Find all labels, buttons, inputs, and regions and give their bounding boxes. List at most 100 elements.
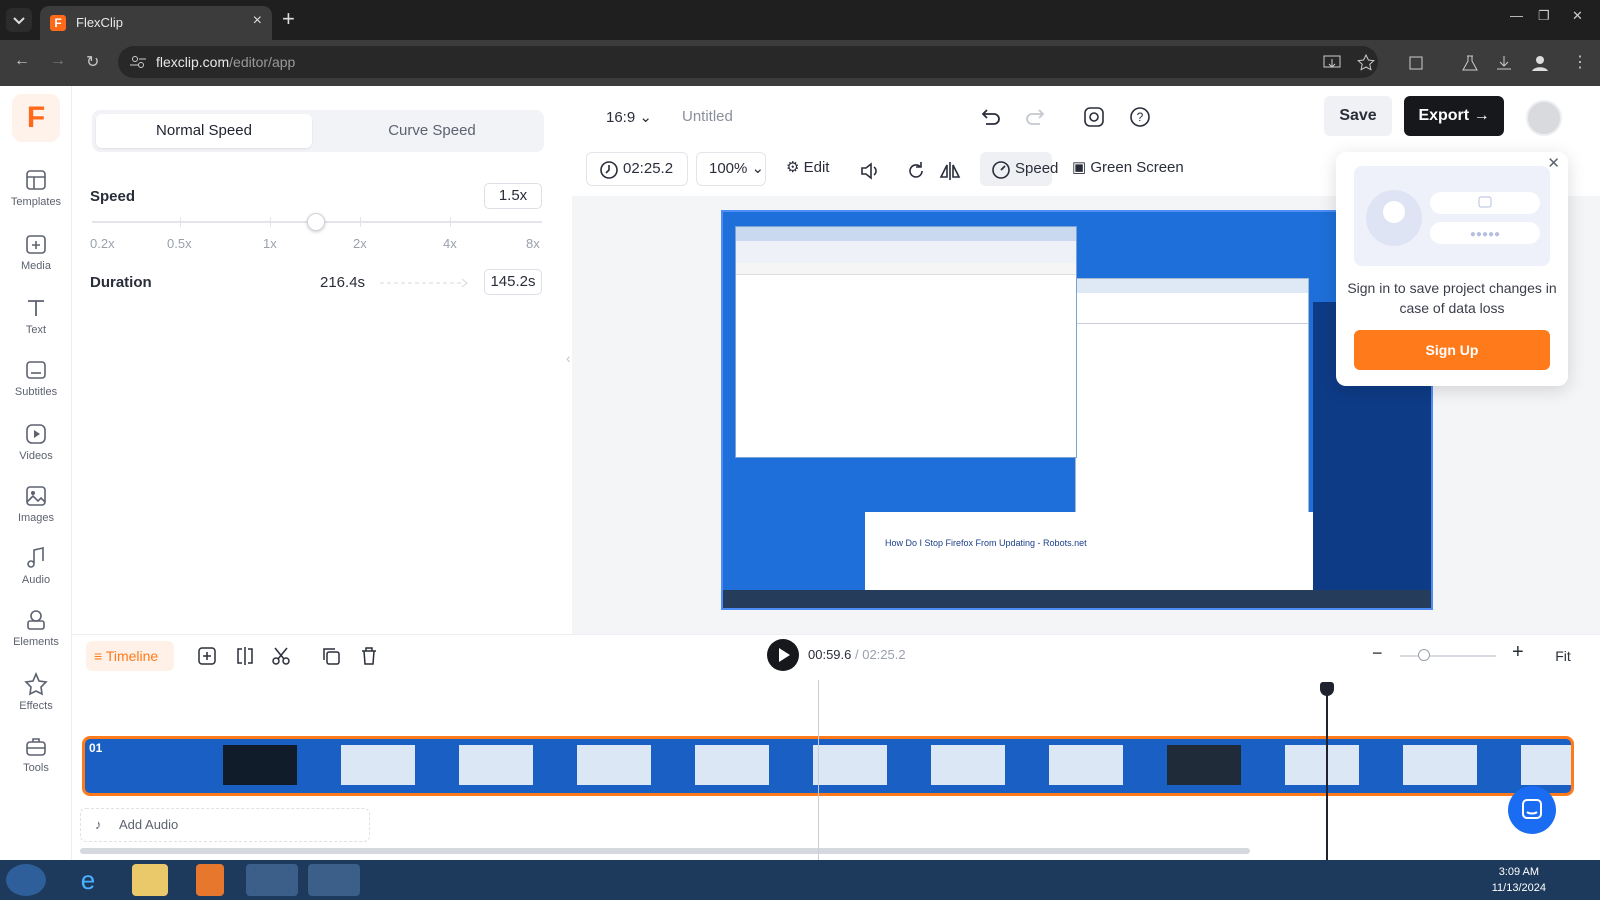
- clip-thumbnail: [1403, 745, 1477, 785]
- forward-icon[interactable]: →: [50, 52, 66, 70]
- sidebar-item-videos[interactable]: Videos: [0, 422, 72, 482]
- firefox-taskbar-icon[interactable]: [308, 864, 360, 896]
- clip-thumbnail: [813, 745, 887, 785]
- address-bar-row: ← → ↻ flexclip.com/editor/app ⋮: [0, 40, 1600, 86]
- profile-icon[interactable]: [1530, 53, 1550, 73]
- tick-label: 0.5x: [167, 236, 192, 251]
- save-button[interactable]: Save: [1324, 96, 1392, 136]
- bookmark-star-icon[interactable]: [1356, 53, 1376, 73]
- speed-slider-knob[interactable]: [307, 213, 325, 231]
- tab-normal-speed[interactable]: Normal Speed: [96, 114, 312, 148]
- timeline-button[interactable]: ≡ Timeline: [86, 641, 174, 671]
- video-preview[interactable]: How Do I Stop Firefox From Updating - Ro…: [721, 210, 1433, 610]
- download-icon[interactable]: [1494, 53, 1514, 73]
- timeline-scrollbar[interactable]: [80, 848, 1250, 854]
- sidebar-item-media[interactable]: Media: [0, 232, 72, 292]
- extensions-icon[interactable]: [1406, 53, 1426, 73]
- undo-icon[interactable]: [978, 105, 1002, 129]
- tick-label: 8x: [526, 236, 540, 251]
- chat-icon: [1522, 799, 1542, 819]
- browser-menu-icon[interactable]: ⋮: [1572, 52, 1588, 72]
- sidebar: F Templates Media Text Subtitles Videos …: [0, 86, 72, 860]
- sidebar-item-audio[interactable]: Audio: [0, 546, 72, 606]
- internet-explorer-icon[interactable]: e: [70, 864, 106, 896]
- taskbar-clock[interactable]: 3:09 AM 11/13/2024: [1492, 864, 1546, 896]
- zoom-in-icon[interactable]: +: [1512, 641, 1524, 664]
- preview-window-search: How Do I Stop Firefox From Updating - Ro…: [865, 512, 1313, 596]
- play-button[interactable]: [767, 639, 799, 671]
- url-field[interactable]: flexclip.com/editor/app: [118, 46, 1378, 78]
- collapse-panel-icon[interactable]: ‹: [566, 350, 571, 366]
- export-button[interactable]: Export →: [1404, 96, 1504, 136]
- tick-label: 0.2x: [90, 236, 115, 251]
- windows-start-icon[interactable]: [6, 864, 46, 896]
- duplicate-icon[interactable]: [320, 645, 342, 667]
- close-tab-icon[interactable]: ×: [253, 12, 262, 30]
- new-duration-input[interactable]: 145.2s: [484, 269, 542, 295]
- sidebar-item-effects[interactable]: Effects: [0, 672, 72, 732]
- green-screen-button[interactable]: ▣ Green Screen: [1072, 158, 1184, 176]
- sidebar-label: Images: [17, 512, 55, 524]
- current-time: 00:59.6: [808, 647, 852, 662]
- sidebar-item-templates[interactable]: Templates: [0, 168, 72, 228]
- volume-icon[interactable]: [858, 159, 882, 183]
- timeline-zoom-knob[interactable]: [1418, 649, 1430, 661]
- add-audio-button[interactable]: ♪ Add Audio: [80, 808, 370, 842]
- timeline-zoom-slider[interactable]: [1400, 655, 1496, 657]
- zoom-out-icon[interactable]: −: [1372, 643, 1383, 664]
- speed-button[interactable]: Speed: [980, 152, 1058, 186]
- windows-taskbar: e 3:09 AM 11/13/2024: [0, 860, 1600, 900]
- sidebar-item-tools[interactable]: Tools: [0, 734, 72, 794]
- install-app-icon[interactable]: [1322, 53, 1342, 73]
- arrow-right-icon: [380, 278, 468, 288]
- browser-tab[interactable]: F FlexClip ×: [40, 6, 272, 40]
- file-explorer-icon[interactable]: [132, 864, 168, 896]
- help-icon[interactable]: ?: [1128, 105, 1152, 129]
- sidebar-item-images[interactable]: Images: [0, 484, 72, 544]
- duration-pill[interactable]: 02:25.2: [586, 152, 688, 186]
- reload-icon[interactable]: ↻: [86, 52, 99, 72]
- url-host: flexclip.com: [156, 54, 230, 70]
- back-icon[interactable]: ←: [14, 52, 30, 70]
- speed-value-input[interactable]: 1.5x: [484, 183, 542, 209]
- flexclip-logo[interactable]: F: [12, 94, 60, 142]
- site-settings-icon[interactable]: [130, 54, 146, 70]
- split-icon[interactable]: [234, 645, 256, 667]
- slider-tick: [180, 217, 181, 227]
- sidebar-item-text[interactable]: Text: [0, 296, 72, 356]
- rotate-icon[interactable]: [904, 159, 928, 183]
- signin-message: Sign in to save project changes in case …: [1347, 280, 1557, 316]
- playhead[interactable]: [1326, 688, 1328, 860]
- scissors-icon[interactable]: [270, 645, 292, 667]
- zoom-select[interactable]: 100% ⌄: [696, 152, 766, 186]
- video-clip[interactable]: 01: [82, 736, 1574, 796]
- aspect-ratio-select[interactable]: 16:9 ⌄: [606, 108, 652, 126]
- speed-panel: Normal Speed Curve Speed Speed 1.5x 0.2x…: [72, 86, 572, 634]
- labs-icon[interactable]: [1460, 53, 1480, 73]
- add-audio-label: Add Audio: [119, 817, 179, 832]
- redo-icon[interactable]: [1024, 105, 1048, 129]
- clip-thumbnail: [695, 745, 769, 785]
- add-clip-icon[interactable]: [196, 645, 218, 667]
- sign-up-button[interactable]: Sign Up: [1354, 330, 1550, 370]
- tab-list-button[interactable]: [6, 8, 32, 32]
- sidebar-label: Effects: [19, 700, 53, 712]
- restore-icon[interactable]: ❐: [1538, 8, 1550, 24]
- media-player-icon[interactable]: [196, 864, 224, 896]
- delete-icon[interactable]: [358, 645, 380, 667]
- fit-button[interactable]: Fit: [1542, 641, 1584, 671]
- tab-curve-speed[interactable]: Curve Speed: [324, 114, 540, 148]
- green-screen-icon: ▣: [1072, 159, 1087, 176]
- user-avatar[interactable]: [1526, 100, 1562, 136]
- chat-support-button[interactable]: [1508, 786, 1556, 834]
- close-window-icon[interactable]: ✕: [1572, 8, 1583, 24]
- chrome-taskbar-icon[interactable]: [246, 864, 298, 896]
- sidebar-item-subtitles[interactable]: Subtitles: [0, 358, 72, 418]
- minimize-icon[interactable]: —: [1510, 8, 1523, 23]
- flip-icon[interactable]: [938, 159, 962, 183]
- project-title[interactable]: Untitled: [682, 108, 733, 125]
- new-tab-icon[interactable]: +: [282, 6, 295, 32]
- sidebar-item-elements[interactable]: Elements: [0, 608, 72, 668]
- edit-button[interactable]: ⚙ Edit: [786, 158, 829, 176]
- preview-play-icon[interactable]: [1082, 105, 1106, 129]
